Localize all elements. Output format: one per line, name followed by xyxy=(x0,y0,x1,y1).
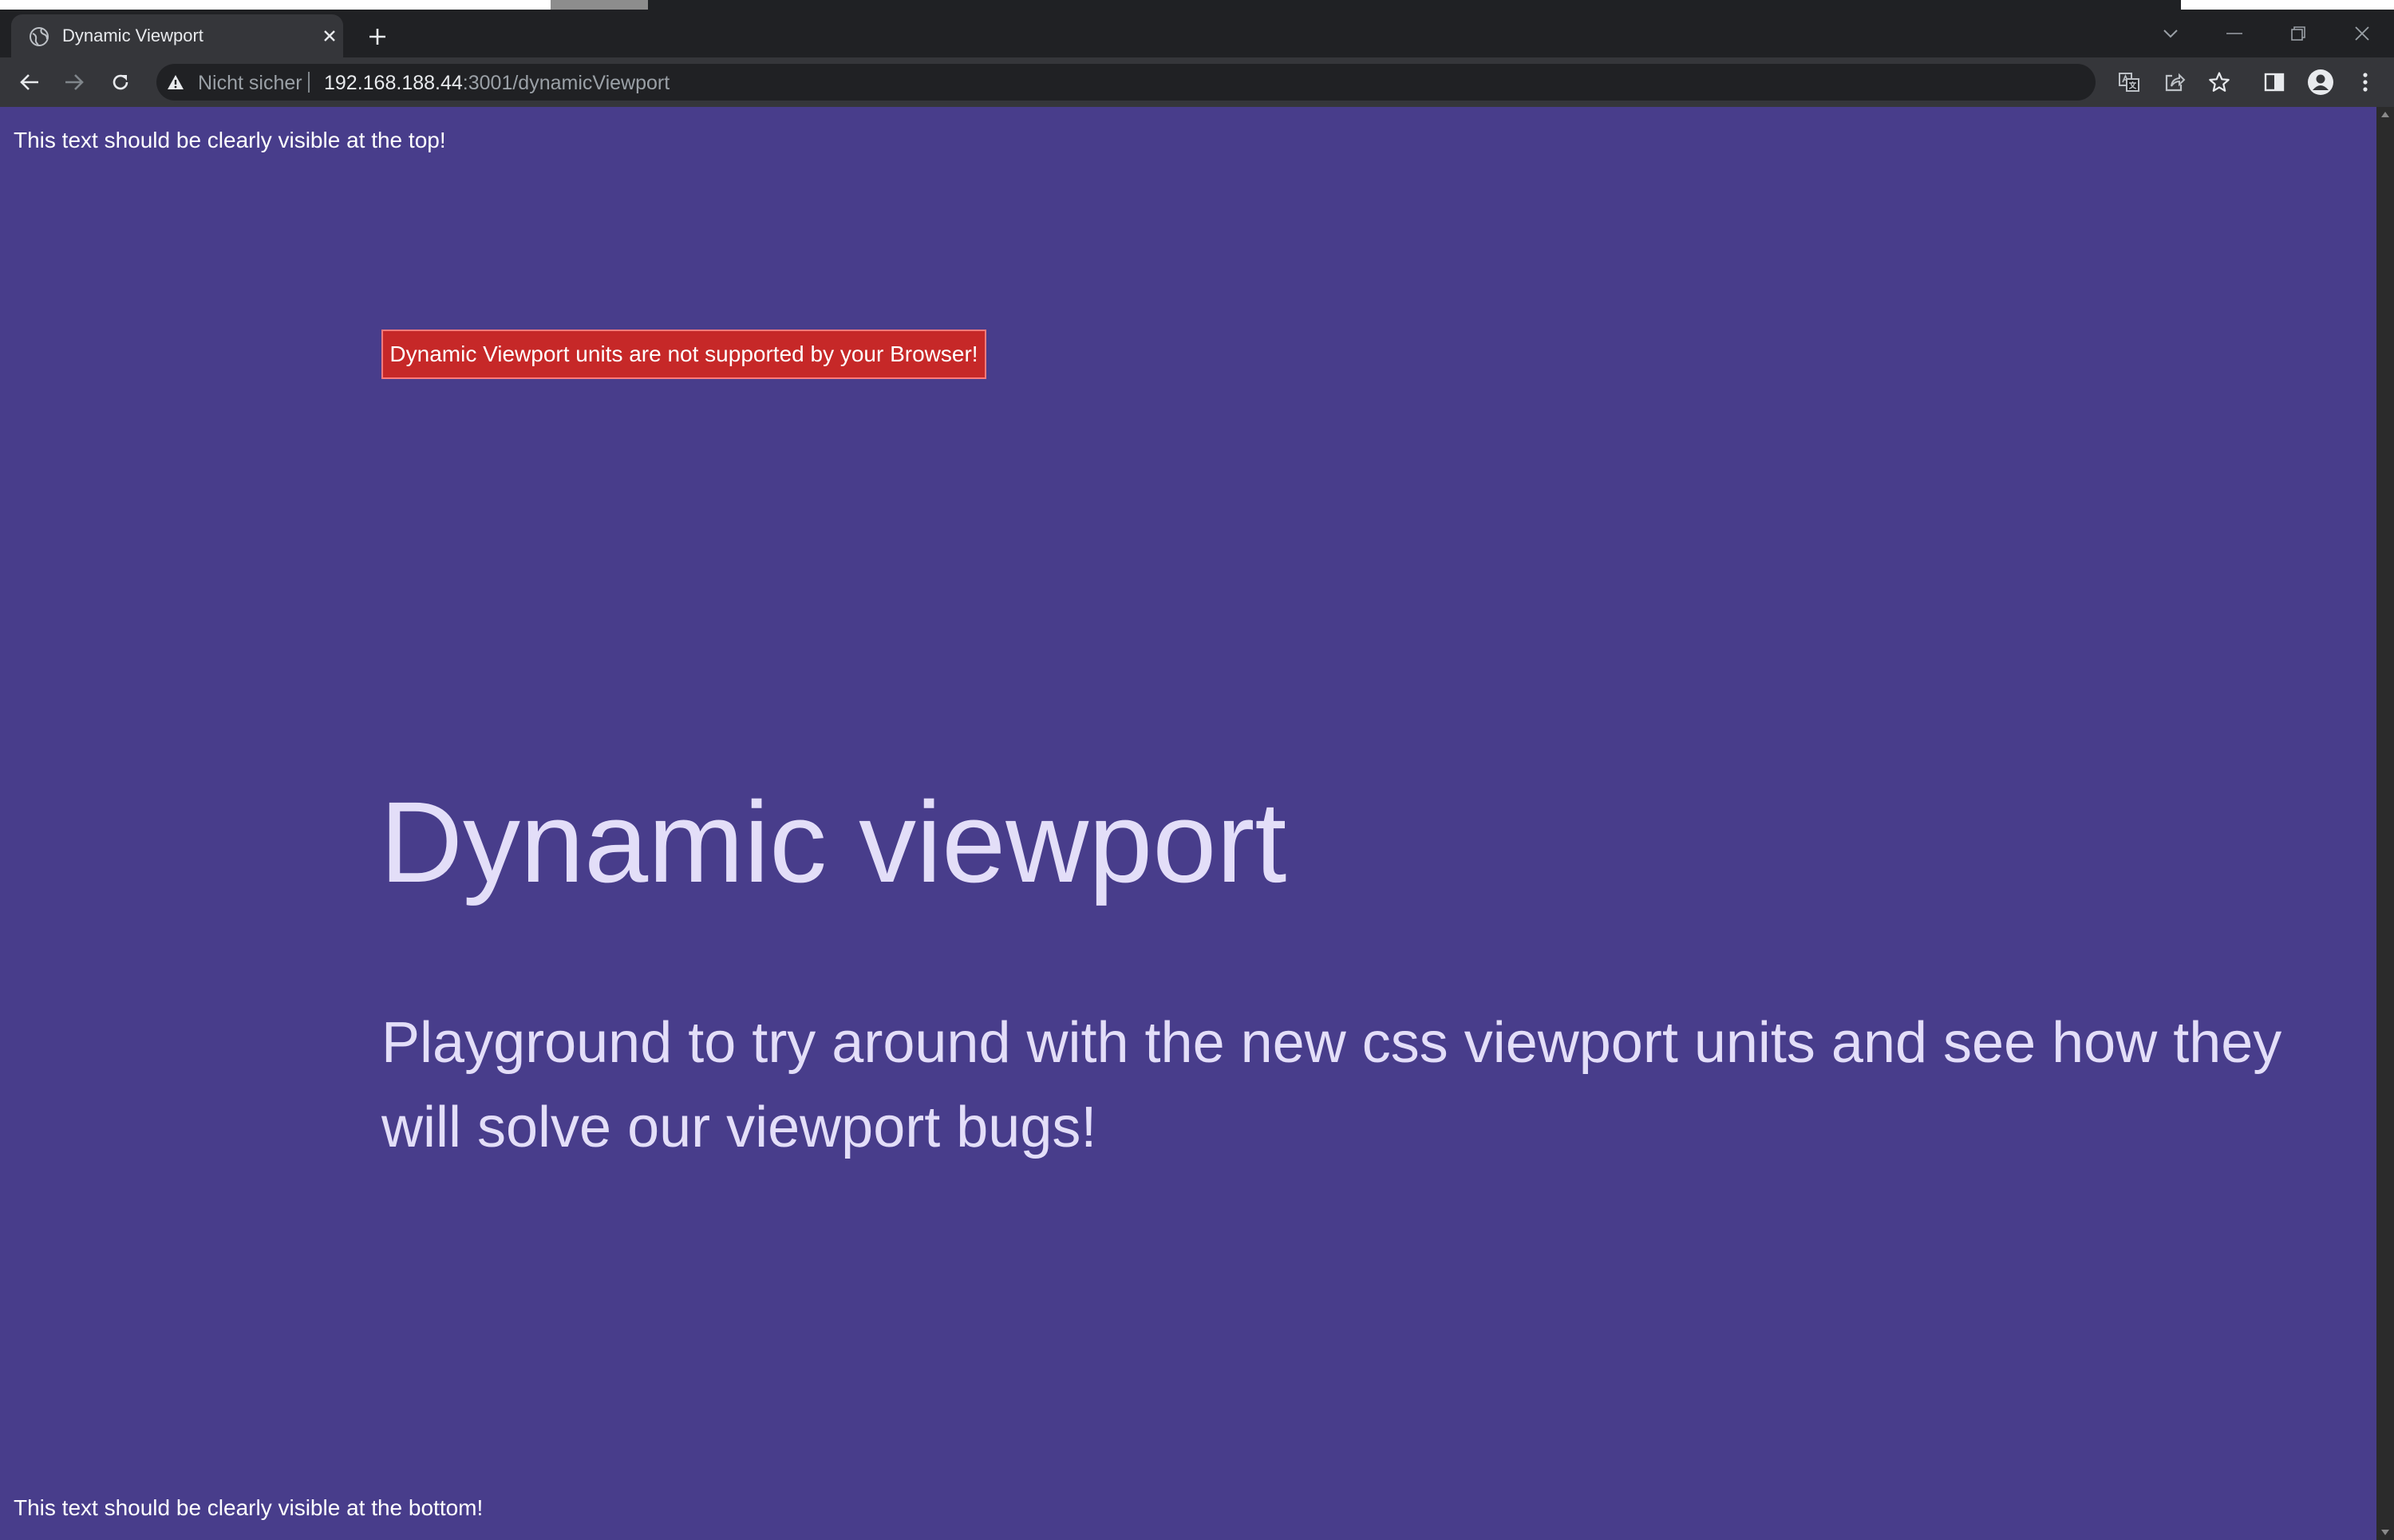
translate-icon[interactable] xyxy=(2117,70,2141,94)
restore-icon[interactable] xyxy=(2274,16,2322,51)
close-icon[interactable] xyxy=(318,24,342,48)
tab-strip: Dynamic Viewport xyxy=(0,10,2394,57)
page-subtitle: Playground to try around with the new cs… xyxy=(381,1011,2282,1159)
share-icon[interactable] xyxy=(2163,70,2187,94)
top-text: This text should be clearly visible at t… xyxy=(14,128,446,152)
page-title: Dynamic viewport xyxy=(380,778,1287,906)
minimize-icon[interactable] xyxy=(2210,16,2258,51)
url-path: :3001/dynamicViewport xyxy=(462,72,670,94)
tab-title: Dynamic Viewport xyxy=(62,26,203,45)
omnibox-divider xyxy=(308,72,310,93)
star-icon[interactable] xyxy=(2207,70,2231,94)
profile-icon[interactable] xyxy=(2305,66,2337,98)
background-window-strip xyxy=(0,0,2394,10)
scroll-up-arrow-icon[interactable] xyxy=(2381,112,2389,117)
unsupported-warning: Dynamic Viewport units are not supported… xyxy=(381,330,986,379)
tab-dynamic-viewport[interactable]: Dynamic Viewport xyxy=(11,14,343,57)
browser-window: Dynamic Viewport Nicht sicher 192.168.18… xyxy=(0,0,2394,1540)
globe-icon xyxy=(29,26,49,47)
side-panel-icon[interactable] xyxy=(2258,66,2290,98)
back-arrow-icon[interactable] xyxy=(14,66,45,98)
forward-arrow-icon[interactable] xyxy=(58,66,90,98)
page-scrollbar[interactable] xyxy=(2376,107,2394,1540)
warning-icon[interactable] xyxy=(166,73,185,92)
url-host: 192.168.188.44 xyxy=(324,72,463,94)
plus-icon[interactable] xyxy=(363,22,392,51)
page-viewport: This text should be clearly visible at t… xyxy=(0,107,2376,1540)
address-bar[interactable]: Nicht sicher 192.168.188.44:3001/dynamic… xyxy=(156,64,2230,101)
chevron-down-icon[interactable] xyxy=(2147,16,2194,51)
url-text[interactable]: 192.168.188.44:3001/dynamicViewport xyxy=(324,72,670,95)
security-label[interactable]: Nicht sicher xyxy=(198,72,302,95)
browser-toolbar: Nicht sicher 192.168.188.44:3001/dynamic… xyxy=(0,57,2394,107)
scroll-down-arrow-icon[interactable] xyxy=(2381,1530,2389,1535)
kebab-menu-icon[interactable] xyxy=(2349,66,2381,98)
reload-icon[interactable] xyxy=(105,66,136,98)
window-close-icon[interactable] xyxy=(2338,16,2386,51)
bottom-text: This text should be clearly visible at t… xyxy=(14,1495,484,1520)
